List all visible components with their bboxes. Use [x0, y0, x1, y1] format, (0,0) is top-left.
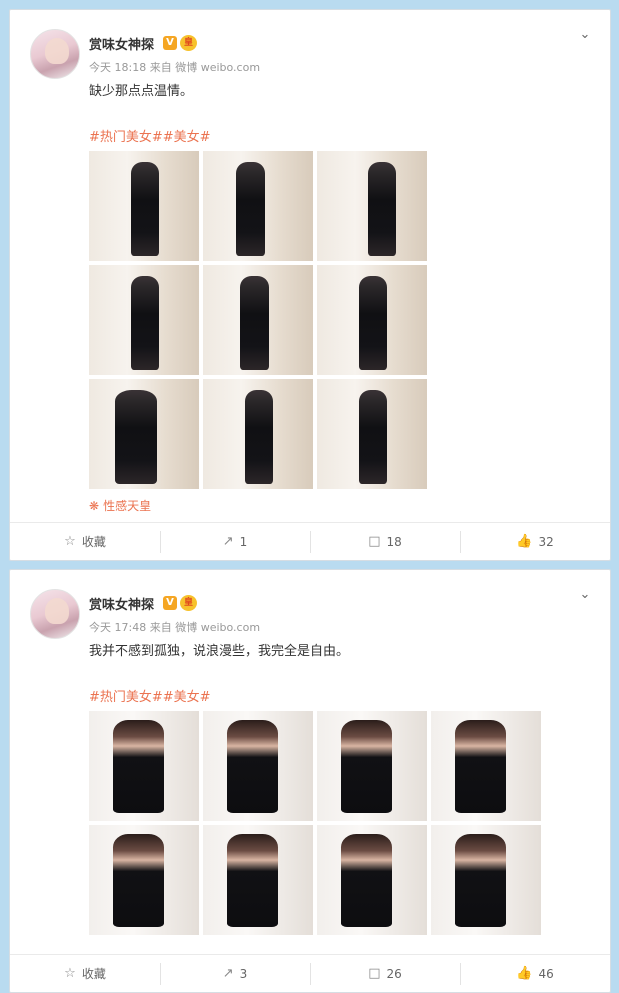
repost-count: 1 — [239, 534, 248, 549]
post-image[interactable] — [317, 825, 427, 935]
post-time[interactable]: 今天 17:48 — [89, 621, 146, 634]
post-image[interactable] — [431, 711, 541, 821]
post-image[interactable] — [203, 151, 313, 261]
like-count: 32 — [538, 534, 554, 549]
post-text: 我并不感到孤独，说浪漫些，我完全是自由。 — [89, 644, 350, 659]
repost-count: 3 — [239, 966, 248, 981]
source-app[interactable]: 微博 weibo.com — [175, 61, 260, 74]
like-button[interactable]: 👍 46 — [460, 955, 610, 992]
repost-button[interactable]: ↗ 3 — [160, 955, 310, 992]
favorite-label: 收藏 — [81, 967, 106, 981]
post-meta: 今天 18:18 来自 微博 weibo.com — [89, 59, 260, 75]
source-prefix: 来自 — [149, 621, 172, 634]
avatar[interactable] — [30, 589, 80, 639]
repost-button[interactable]: ↗ 1 — [160, 523, 310, 560]
author-name[interactable]: 赏味女神探 — [89, 594, 154, 613]
post-image[interactable] — [317, 265, 427, 375]
action-bar: ☆ 收藏 ↗ 3 □ 26 👍 46 — [10, 954, 610, 992]
post-text: 缺少那点点温情。 — [89, 84, 194, 99]
author-name[interactable]: 赏味女神探 — [89, 34, 154, 53]
image-grid — [89, 711, 541, 935]
star-icon: ☆ — [64, 534, 76, 549]
avatar[interactable] — [30, 29, 80, 79]
comment-icon: □ — [368, 534, 381, 549]
chevron-down-icon[interactable]: ⌄ — [578, 588, 592, 602]
thumbs-up-icon: 👍 — [516, 966, 533, 981]
favorite-label: 收藏 — [81, 535, 106, 549]
comment-count: 18 — [386, 534, 402, 549]
post-image[interactable] — [89, 711, 199, 821]
member-crown-icon: 皇 — [180, 35, 197, 51]
post-image[interactable] — [203, 265, 313, 375]
comment-icon: □ — [368, 966, 381, 981]
post-image[interactable] — [203, 711, 313, 821]
source-app[interactable]: 微博 weibo.com — [175, 621, 260, 634]
post-time[interactable]: 今天 18:18 — [89, 61, 146, 74]
post-image[interactable] — [89, 379, 199, 489]
comment-button[interactable]: □ 26 — [310, 955, 460, 992]
post-image[interactable] — [317, 379, 427, 489]
post-image[interactable] — [89, 151, 199, 261]
post-image[interactable] — [203, 825, 313, 935]
verified-badge-icon: V — [163, 36, 177, 50]
comment-count: 26 — [386, 966, 402, 981]
member-crown-icon: 皇 — [180, 595, 197, 611]
post-image[interactable] — [317, 711, 427, 821]
source-prefix: 来自 — [149, 61, 172, 74]
thumbs-up-icon: 👍 — [516, 534, 533, 549]
post-image[interactable] — [431, 825, 541, 935]
post-image[interactable] — [203, 379, 313, 489]
comment-button[interactable]: □ 18 — [310, 523, 460, 560]
flower-icon: ❋ — [89, 499, 100, 513]
image-grid — [89, 151, 427, 489]
post-meta: 今天 17:48 来自 微博 weibo.com — [89, 619, 260, 635]
share-icon: ↗ — [222, 534, 234, 549]
like-count: 46 — [538, 966, 554, 981]
chevron-down-icon[interactable]: ⌄ — [578, 28, 592, 42]
star-icon: ☆ — [64, 966, 76, 981]
favorite-button[interactable]: ☆ 收藏 — [10, 523, 160, 560]
post-image[interactable] — [89, 265, 199, 375]
like-button[interactable]: 👍 32 — [460, 523, 610, 560]
topic-source-link[interactable]: ❋ 性感天皇 — [89, 497, 151, 514]
weibo-post-card: 赏味女神探 V 皇 今天 18:18 来自 微博 weibo.com ⌄ 缺少那… — [9, 9, 611, 561]
post-image[interactable] — [317, 151, 427, 261]
hashtag-link[interactable]: #热门美女##美女# — [89, 126, 211, 145]
favorite-button[interactable]: ☆ 收藏 — [10, 955, 160, 992]
share-icon: ↗ — [222, 966, 234, 981]
verified-badge-icon: V — [163, 596, 177, 610]
post-image[interactable] — [89, 825, 199, 935]
weibo-post-card: 赏味女神探 V 皇 今天 17:48 来自 微博 weibo.com ⌄ 我并不… — [9, 569, 611, 993]
action-bar: ☆ 收藏 ↗ 1 □ 18 👍 32 — [10, 522, 610, 560]
topic-source-label: 性感天皇 — [103, 499, 152, 513]
hashtag-link[interactable]: #热门美女##美女# — [89, 686, 211, 705]
